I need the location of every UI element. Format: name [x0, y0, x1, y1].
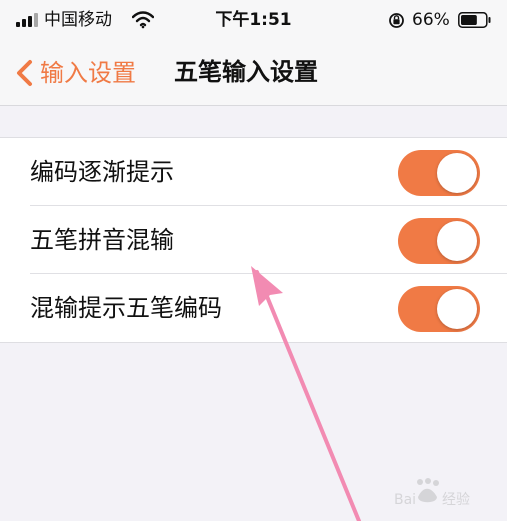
setting-row-wubi-pinyin-mixed: 五笔拼音混输 [0, 206, 507, 274]
svg-text:经验: 经验 [442, 492, 470, 508]
mixed-hint-code-toggle[interactable] [398, 286, 480, 332]
chevron-left-icon [17, 60, 32, 86]
battery-percent: 66% [412, 10, 450, 30]
setting-row-encoding-gradual-hint: 编码逐渐提示 [0, 138, 507, 206]
status-bar: 中国移动 下午1:51 66% [0, 0, 507, 42]
setting-label: 混输提示五笔编码 [30, 294, 222, 322]
back-label: 输入设置 [40, 59, 136, 87]
toggle-knob [437, 221, 477, 261]
orientation-lock-icon [389, 13, 404, 28]
battery-icon [458, 12, 491, 28]
back-button[interactable]: 输入设置 [14, 54, 136, 92]
encoding-hint-toggle[interactable] [398, 150, 480, 196]
wubi-settings-list: 编码逐渐提示 五笔拼音混输 混输提示五笔编码 [0, 137, 507, 343]
page-title: 五笔输入设置 [174, 58, 318, 86]
setting-label: 五笔拼音混输 [30, 226, 174, 254]
mixed-input-toggle[interactable] [398, 218, 480, 264]
svg-text:Bai: Bai [394, 492, 416, 508]
toggle-knob [437, 289, 477, 329]
toggle-knob [437, 153, 477, 193]
baidu-watermark-logo: Bai 经验 [394, 478, 470, 508]
navigation-bar: 输入设置 五笔输入设置 [0, 42, 507, 106]
setting-label: 编码逐渐提示 [30, 158, 174, 186]
setting-row-mixed-hint-wubi-code: 混输提示五笔编码 [0, 274, 507, 342]
